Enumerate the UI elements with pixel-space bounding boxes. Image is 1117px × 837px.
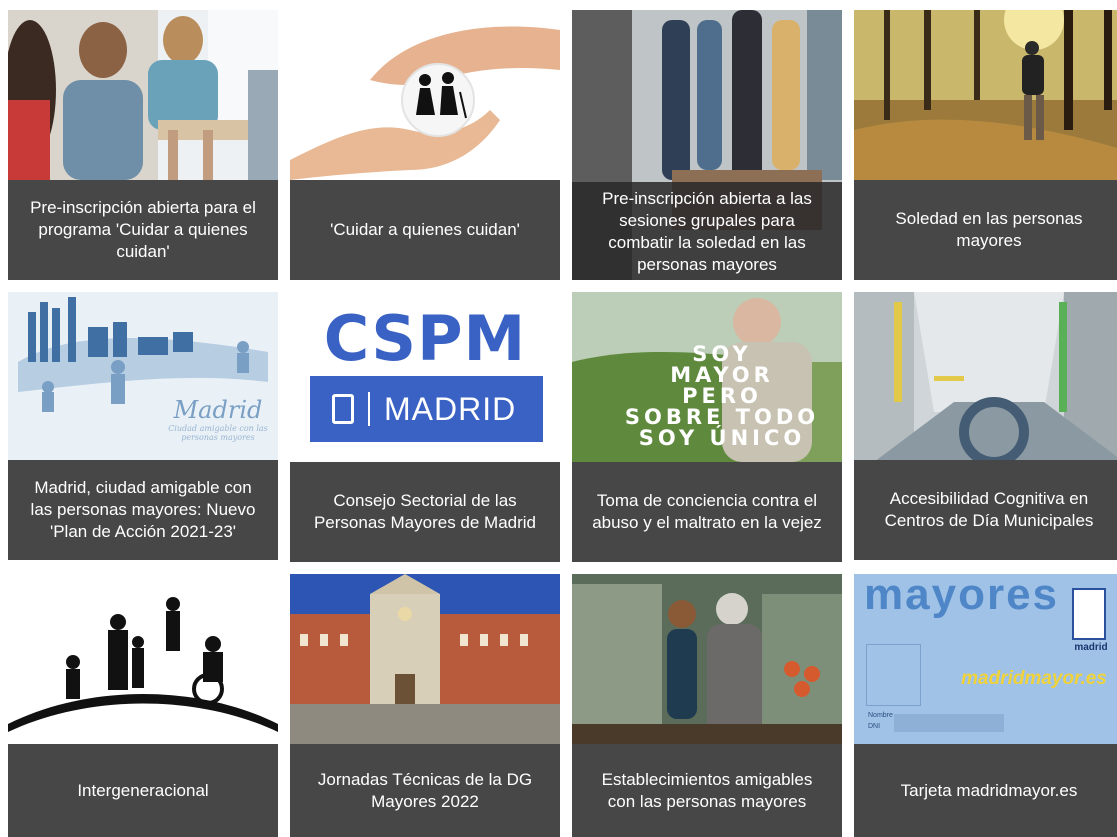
tile-tarjeta-madridmayor[interactable]: mayores madrid madridmayor.es Nombre DNI… xyxy=(854,574,1117,837)
tile-toma-conciencia[interactable]: SOY MAYOR PERO SOBRE TODO SOY ÚNICO Toma… xyxy=(572,292,842,562)
madrid-shield-icon xyxy=(332,394,354,424)
cspm-logo-text: CSPM xyxy=(323,302,527,375)
card-field-dni: DNI xyxy=(868,723,881,730)
tile-jornadas-tecnicas[interactable]: Jornadas Técnicas de la DG Mayores 2022 xyxy=(290,574,560,837)
madrid-crest-icon xyxy=(1072,588,1106,640)
tile-caption: Toma de conciencia contra el abuso y el … xyxy=(572,462,842,562)
tile-intergeneracional[interactable]: Intergeneracional xyxy=(8,574,278,837)
tile-soledad[interactable]: Soledad en las personas mayores xyxy=(854,10,1117,280)
tile-caption: Accesibilidad Cognitiva en Centros de Dí… xyxy=(854,460,1117,560)
tile-caption: Establecimientos amigables con las perso… xyxy=(572,744,842,837)
tile-image-madrid-skyline: Madrid Ciudad amigable con las personas … xyxy=(8,292,278,462)
tile-accesibilidad-cognitiva[interactable]: Accesibilidad Cognitiva en Centros de Dí… xyxy=(854,292,1117,562)
tile-image-cspm-logo: CSPM MADRID xyxy=(290,292,560,462)
tile-image-hands xyxy=(290,10,560,180)
card-site: madridmayor.es xyxy=(961,668,1107,689)
tile-image-market xyxy=(572,574,842,744)
tile-caption: Pre-inscripción abierta a las sesiones g… xyxy=(572,182,842,280)
slogan-text: SOY MAYOR PERO SOBRE TODO SOY ÚNICO xyxy=(602,344,842,449)
tile-caption: Madrid, ciudad amigable con las personas… xyxy=(8,460,278,560)
card-city: madrid xyxy=(1074,642,1108,653)
slogan-line-2: MAYOR xyxy=(670,363,774,387)
tile-sesiones-grupales[interactable]: Pre-inscripción abierta a las sesiones g… xyxy=(572,10,842,280)
tile-caption: Soledad en las personas mayores xyxy=(854,180,1117,280)
madrid-banner: MADRID xyxy=(310,376,543,442)
tile-caption: Consejo Sectorial de las Personas Mayore… xyxy=(290,462,560,562)
tile-image-corridor xyxy=(854,292,1117,462)
tile-image-soy-unico: SOY MAYOR PERO SOBRE TODO SOY ÚNICO xyxy=(572,292,842,462)
slogan-line-5: SOY ÚNICO xyxy=(638,426,806,450)
tile-image-mayores-card: mayores madrid madridmayor.es Nombre DNI xyxy=(854,574,1117,744)
madrid-banner-text: MADRID xyxy=(384,390,517,427)
tile-madrid-ciudad-amigable[interactable]: Madrid Ciudad amigable con las personas … xyxy=(8,292,278,562)
tile-image-building xyxy=(290,574,560,744)
slogan-line-3: PERO xyxy=(682,384,762,408)
tile-caption: Tarjeta madridmayor.es xyxy=(854,744,1117,837)
tile-image-silhouettes xyxy=(8,574,278,744)
card-field-lines xyxy=(894,714,1004,732)
tile-image-group-session xyxy=(8,10,278,180)
banner-divider xyxy=(368,392,370,426)
slogan-line-4: SOBRE TODO xyxy=(624,405,820,429)
tile-consejo-sectorial[interactable]: CSPM MADRID Consejo Sectorial de las Per… xyxy=(290,292,560,562)
madrid-script-subtitle: Ciudad amigable con las personas mayores xyxy=(168,424,268,442)
tile-image-autumn-park xyxy=(854,10,1117,180)
madrid-script-logo: Madrid xyxy=(173,396,263,424)
tile-caption: Pre-inscripción abierta para el programa… xyxy=(8,180,278,280)
tile-cuidar-preinscripcion[interactable]: Pre-inscripción abierta para el programa… xyxy=(8,10,278,280)
card-word: mayores xyxy=(864,574,1060,619)
card-photo-box xyxy=(866,644,921,706)
slogan-line-1: SOY xyxy=(692,342,752,366)
tile-caption: Intergeneracional xyxy=(8,744,278,837)
tile-caption: 'Cuidar a quienes cuidan' xyxy=(290,180,560,280)
tile-cuidar-quienes-cuidan[interactable]: 'Cuidar a quienes cuidan' xyxy=(290,10,560,280)
tile-establecimientos-amigables[interactable]: Establecimientos amigables con las perso… xyxy=(572,574,842,837)
card-field-nombre: Nombre xyxy=(868,712,893,719)
tile-caption: Jornadas Técnicas de la DG Mayores 2022 xyxy=(290,744,560,837)
